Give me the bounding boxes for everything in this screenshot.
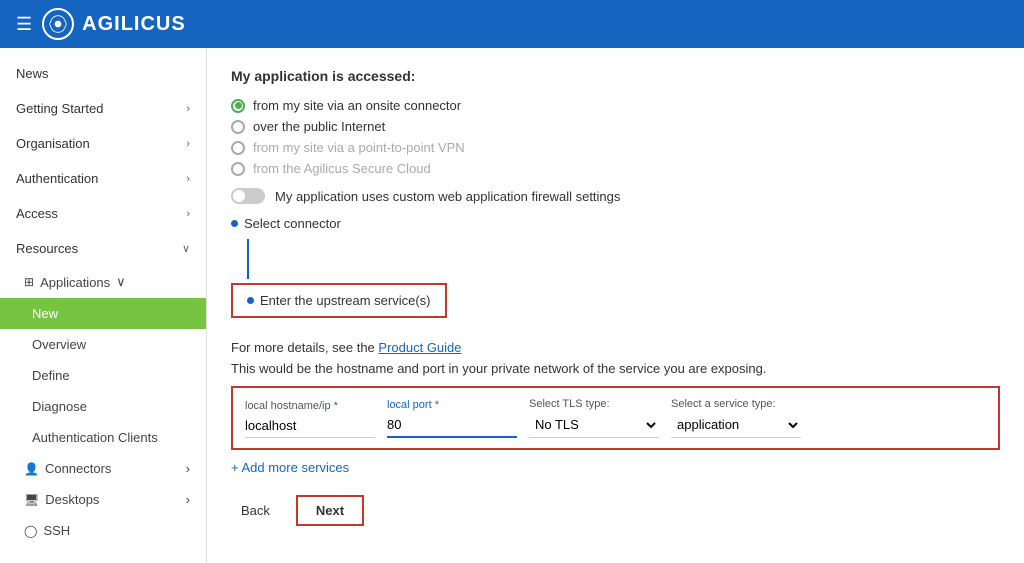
port-label: local port * bbox=[387, 399, 517, 411]
logo-circle bbox=[42, 8, 74, 40]
step-select-connector: Select connector bbox=[231, 216, 1000, 231]
desktop-icon: 🖥 bbox=[24, 493, 39, 507]
sidebar-item-new[interactable]: New bbox=[0, 298, 206, 329]
brand-name: AGILICUS bbox=[82, 13, 186, 36]
sidebar-item-connectors[interactable]: 👤 Connectors › bbox=[0, 453, 206, 484]
sidebar-item-auth-clients[interactable]: Authentication Clients bbox=[0, 422, 206, 453]
sidebar-item-label: Authentication bbox=[16, 171, 98, 186]
sidebar-item-organisation[interactable]: Organisation › bbox=[0, 126, 206, 161]
step-divider bbox=[247, 239, 249, 279]
sidebar-item-desktops[interactable]: 🖥 Desktops › bbox=[0, 484, 206, 515]
service-select[interactable]: application web ssh rdp bbox=[671, 412, 801, 438]
chevron-right-icon: › bbox=[186, 103, 190, 115]
step-dot-icon bbox=[247, 297, 254, 304]
sidebar-item-news[interactable]: News bbox=[0, 56, 206, 91]
tls-label: Select TLS type: bbox=[529, 398, 659, 410]
radio-option-onsite[interactable]: from my site via an onsite connector bbox=[231, 98, 1000, 113]
tls-field: Select TLS type: No TLS TLS mTLS bbox=[529, 398, 659, 438]
radio-group: from my site via an onsite connector ove… bbox=[231, 98, 1000, 176]
sidebar-item-label: Define bbox=[32, 368, 70, 383]
sidebar-item-label: Resources bbox=[16, 241, 78, 256]
hostname-input[interactable] bbox=[245, 414, 375, 438]
sidebar-item-label: Connectors bbox=[45, 461, 111, 476]
sidebar-item-label: Getting Started bbox=[16, 101, 103, 116]
sidebar-item-label: Applications bbox=[40, 275, 110, 290]
chevron-right-icon: › bbox=[186, 492, 190, 507]
radio-onsite-label: from my site via an onsite connector bbox=[253, 98, 461, 113]
sidebar-item-diagnose[interactable]: Diagnose bbox=[0, 391, 206, 422]
next-button[interactable]: Next bbox=[296, 495, 364, 526]
chevron-right-icon: › bbox=[186, 173, 190, 185]
bottom-actions: Back Next bbox=[231, 495, 1000, 526]
chevron-right-icon: › bbox=[186, 208, 190, 220]
radio-option-vpn: from my site via a point-to-point VPN bbox=[231, 140, 1000, 155]
sidebar-item-label: Desktops bbox=[45, 492, 99, 507]
radio-vpn-label: from my site via a point-to-point VPN bbox=[253, 140, 465, 155]
chevron-right-icon: › bbox=[186, 461, 190, 476]
logo: AGILICUS bbox=[42, 8, 186, 40]
port-field: local port * bbox=[387, 399, 517, 438]
sidebar-item-resources[interactable]: Resources ∨ bbox=[0, 231, 206, 266]
sidebar-item-label: New bbox=[32, 306, 58, 321]
main-content: My application is accessed: from my site… bbox=[207, 48, 1024, 563]
ssh-icon: ◯ bbox=[24, 524, 37, 538]
hostname-label: local hostname/ip bbox=[245, 400, 375, 412]
toggle-row: My application uses custom web applicati… bbox=[231, 188, 1000, 204]
person-icon: 👤 bbox=[24, 462, 39, 476]
info-text: For more details, see the Product Guide bbox=[231, 340, 1000, 355]
radio-option-internet[interactable]: over the public Internet bbox=[231, 119, 1000, 134]
chevron-down-icon: ∨ bbox=[116, 274, 126, 290]
body-layout: News Getting Started › Organisation › Au… bbox=[0, 48, 1024, 563]
header: ☰ AGILICUS bbox=[0, 0, 1024, 48]
chevron-down-icon: ∨ bbox=[182, 242, 190, 255]
port-input[interactable] bbox=[387, 413, 517, 438]
sidebar-item-define[interactable]: Define bbox=[0, 360, 206, 391]
tls-select[interactable]: No TLS TLS mTLS bbox=[529, 412, 659, 438]
step-label: Enter the upstream service(s) bbox=[260, 293, 431, 308]
access-title: My application is accessed: bbox=[231, 68, 1000, 84]
form-row: local hostname/ip local port * Select TL… bbox=[231, 386, 1000, 450]
chevron-right-icon: › bbox=[186, 138, 190, 150]
sidebar-item-label: Overview bbox=[32, 337, 86, 352]
sidebar-item-label: Authentication Clients bbox=[32, 430, 158, 445]
waf-toggle[interactable] bbox=[231, 188, 265, 204]
menu-icon[interactable]: ☰ bbox=[16, 14, 32, 35]
step-upstream-services: Enter the upstream service(s) bbox=[231, 283, 447, 318]
add-services-link[interactable]: + Add more services bbox=[231, 460, 349, 475]
sidebar-item-overview[interactable]: Overview bbox=[0, 329, 206, 360]
radio-cloud-label: from the Agilicus Secure Cloud bbox=[253, 161, 431, 176]
sidebar-item-label: Diagnose bbox=[32, 399, 87, 414]
description-text: This would be the hostname and port in y… bbox=[231, 361, 1000, 376]
sidebar-item-label: News bbox=[16, 66, 49, 81]
radio-option-cloud: from the Agilicus Secure Cloud bbox=[231, 161, 1000, 176]
step-dot-icon bbox=[231, 220, 238, 227]
back-button[interactable]: Back bbox=[231, 497, 280, 524]
sidebar-item-getting-started[interactable]: Getting Started › bbox=[0, 91, 206, 126]
product-guide-link[interactable]: Product Guide bbox=[378, 340, 461, 355]
sidebar-item-applications[interactable]: ⊞ Applications ∨ bbox=[0, 266, 206, 298]
service-label: Select a service type: bbox=[671, 398, 801, 410]
hostname-field: local hostname/ip bbox=[245, 400, 375, 438]
radio-onsite[interactable] bbox=[231, 99, 245, 113]
sidebar-item-label: Access bbox=[16, 206, 58, 221]
radio-cloud bbox=[231, 162, 245, 176]
sidebar-item-label: Organisation bbox=[16, 136, 90, 151]
sidebar-item-authentication[interactable]: Authentication › bbox=[0, 161, 206, 196]
step-list: Select connector Enter the upstream serv… bbox=[231, 216, 1000, 332]
sidebar-item-ssh[interactable]: ◯ SSH bbox=[0, 515, 206, 546]
radio-vpn bbox=[231, 141, 245, 155]
sidebar-item-access[interactable]: Access › bbox=[0, 196, 206, 231]
toggle-label: My application uses custom web applicati… bbox=[275, 189, 620, 204]
step-label: Select connector bbox=[244, 216, 341, 231]
sidebar: News Getting Started › Organisation › Au… bbox=[0, 48, 207, 563]
radio-internet[interactable] bbox=[231, 120, 245, 134]
grid-icon: ⊞ bbox=[24, 275, 34, 289]
sidebar-item-label: SSH bbox=[43, 523, 70, 538]
radio-internet-label: over the public Internet bbox=[253, 119, 385, 134]
service-field: Select a service type: application web s… bbox=[671, 398, 801, 438]
